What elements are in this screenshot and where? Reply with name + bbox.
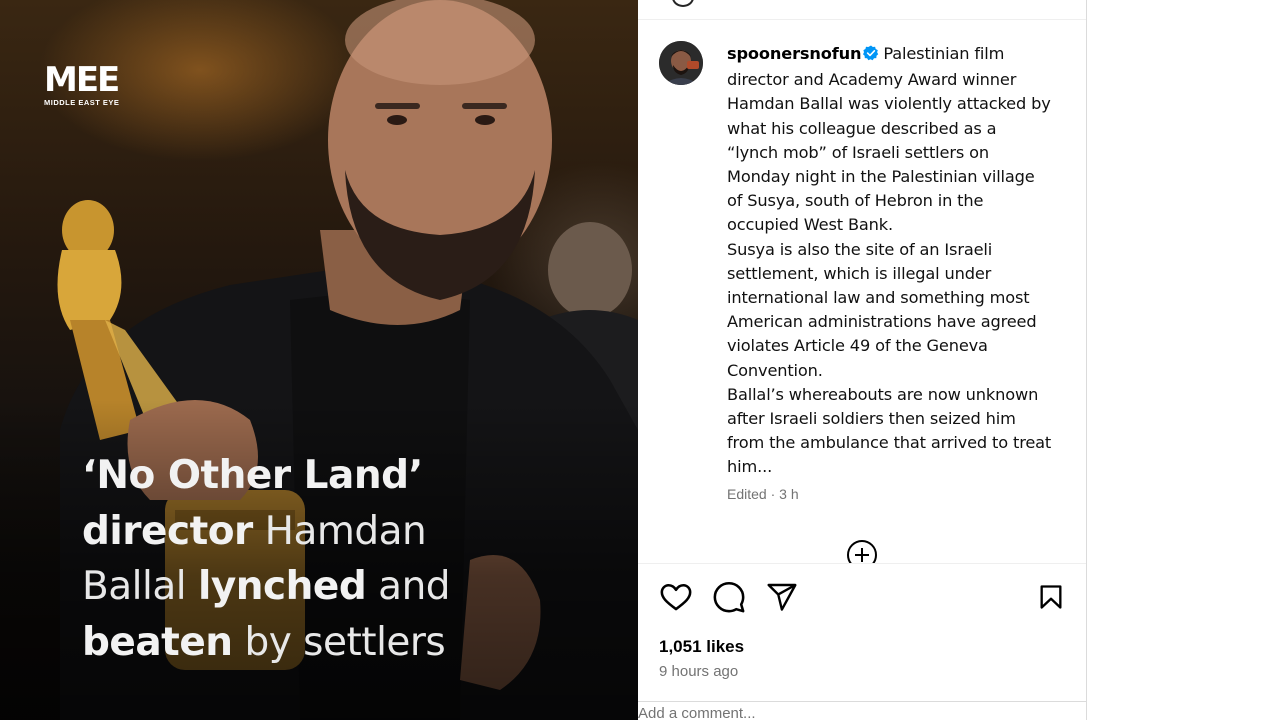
middle-east-eye-logo: MEE MIDDLE EAST EYE — [44, 63, 124, 107]
headline-part: by settlers — [232, 619, 446, 665]
bottom-divider — [638, 701, 1086, 702]
headline-part: Hamdan — [252, 508, 427, 554]
logo-mark: MEE — [44, 60, 120, 100]
image-headline: ‘No Other Land’ director Hamdan Ballal l… — [82, 448, 602, 670]
comment-bubble-icon[interactable] — [712, 580, 746, 614]
avatar-image — [659, 41, 703, 85]
post-caption: spoonersnofun Palestinian film director a… — [727, 42, 1052, 480]
avatar[interactable] — [659, 41, 703, 85]
paper-plane-icon[interactable] — [766, 581, 798, 613]
top-divider — [638, 19, 1086, 20]
headline-part: Ballal — [82, 564, 198, 609]
post-timestamp[interactable]: 9 hours ago — [659, 663, 738, 680]
heart-icon[interactable] — [659, 580, 693, 614]
caption-paragraph: Ballal’s whereabouts are now unknown aft… — [727, 384, 1052, 477]
comment-input[interactable] — [638, 706, 878, 720]
username-link[interactable]: spoonersnofun — [727, 44, 862, 63]
likes-count[interactable]: 1,051 likes — [659, 637, 744, 657]
headline-part: lynched — [197, 564, 367, 609]
post-meta: Edited · 3 h — [727, 486, 799, 502]
headline-part: and — [366, 564, 451, 609]
actions-divider — [638, 563, 1086, 564]
profile-ring-icon — [672, 0, 694, 7]
post-details-panel: spoonersnofun Palestinian film director a… — [638, 0, 1087, 720]
circle-plus-icon[interactable] — [846, 540, 878, 564]
headline-part: beaten — [82, 619, 233, 665]
headline-part: ‘No Other Land’ — [82, 453, 423, 498]
logo-subtitle: MIDDLE EAST EYE — [44, 98, 120, 107]
caption-paragraph: Susya is also the site of an Israeli set… — [727, 239, 1037, 380]
verified-badge-icon — [863, 44, 879, 68]
headline-part: director — [82, 508, 253, 554]
post-image[interactable]: MEE MIDDLE EAST EYE ‘No Other Land’ dire… — [0, 0, 638, 720]
bookmark-icon[interactable] — [1037, 581, 1065, 613]
caption-paragraph: Palestinian film director and Academy Aw… — [727, 44, 1051, 235]
